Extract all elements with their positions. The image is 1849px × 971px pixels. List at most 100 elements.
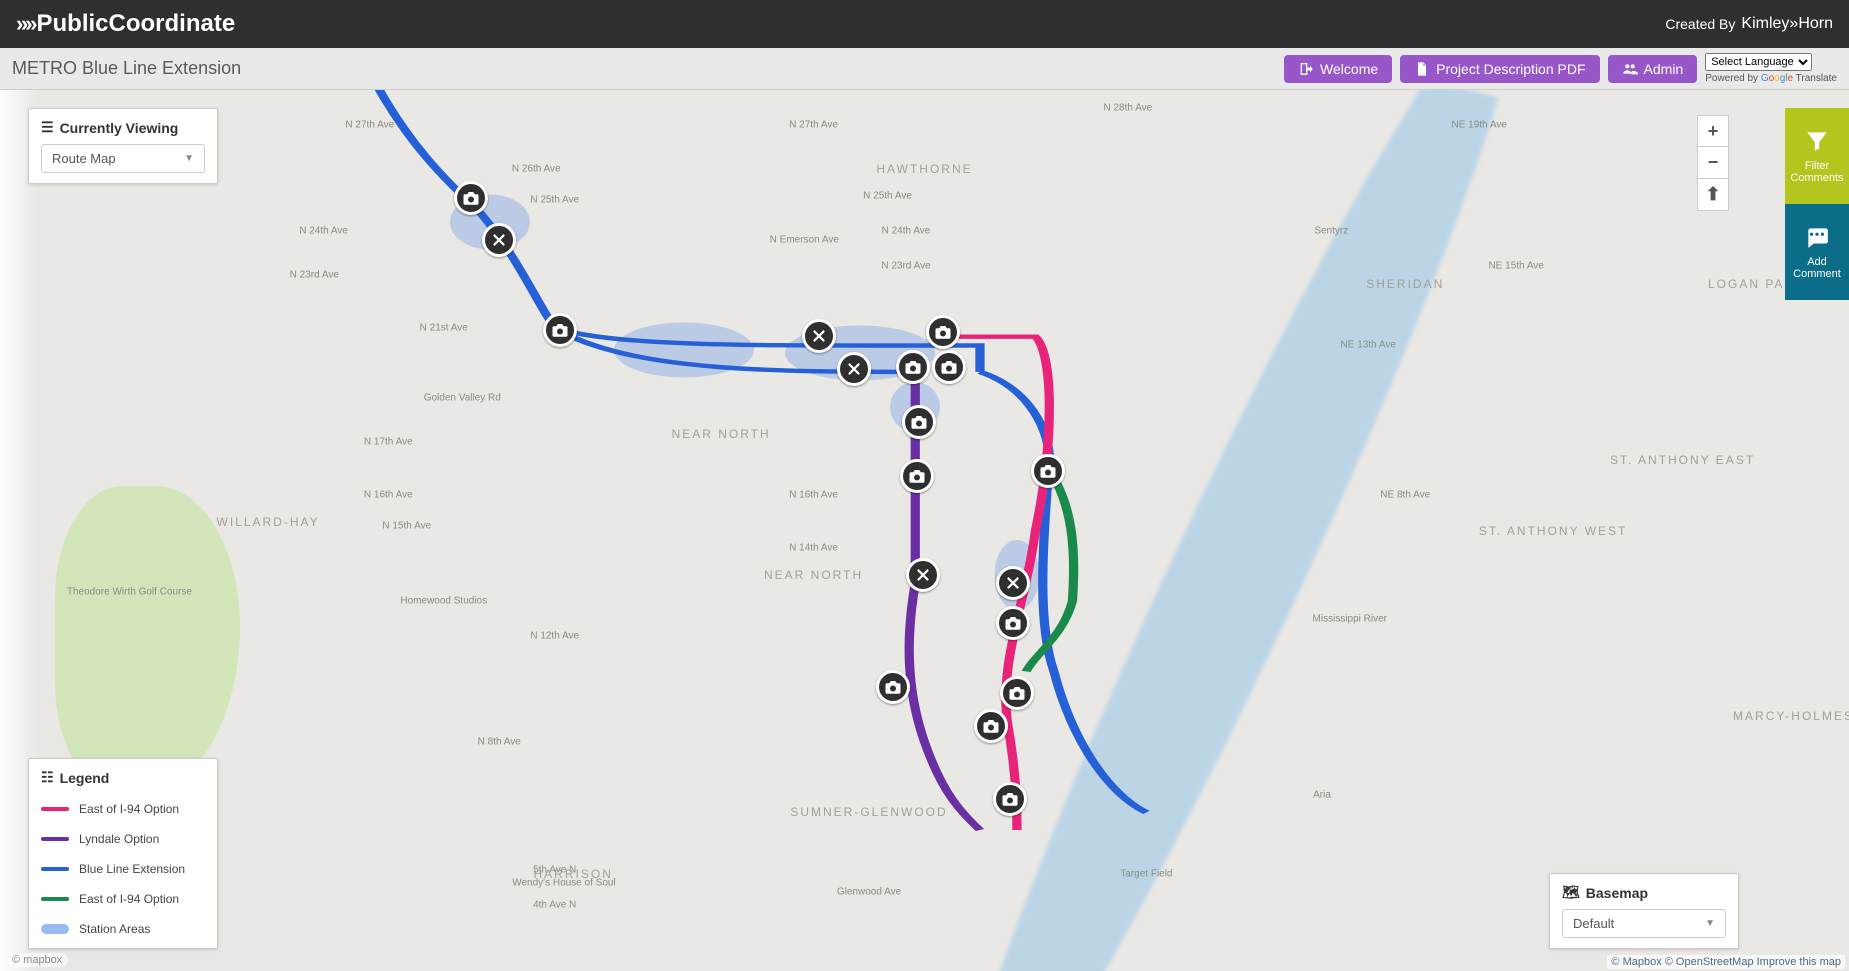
road-label: Homewood Studios [400, 595, 487, 606]
legend-swatch [41, 807, 69, 811]
road-label: N 12th Ave [530, 631, 579, 642]
road-label: N 14th Ave [789, 543, 838, 554]
camera-marker[interactable] [974, 709, 1008, 743]
road-label: N 8th Ave [478, 736, 521, 747]
creator-name: Kimley»Horn [1741, 15, 1833, 33]
road-label: 4th Ave N [533, 899, 576, 910]
road-label: Sentyrz [1314, 225, 1348, 236]
road-label: NE 13th Ave [1341, 340, 1396, 351]
admin-button[interactable]: Admin [1608, 55, 1698, 83]
road-label: Glenwood Ave [837, 886, 901, 897]
legend-item: Station Areas [41, 914, 205, 944]
road-label: N 27th Ave [789, 120, 838, 131]
route-map-select[interactable]: Route Map ▼ [41, 144, 205, 173]
road-label: N 24th Ave [299, 225, 348, 236]
basemap-panel: 🗺 Basemap Default ▼ [1549, 873, 1739, 949]
language-select[interactable]: Select Language [1705, 53, 1812, 71]
legend-title: ☷ Legend [41, 769, 205, 786]
road-label: Target Field [1120, 869, 1172, 880]
header-bar: »» PublicCoordinate Created By Kimley»Ho… [0, 0, 1849, 48]
road-label: Golden Valley Rd [424, 393, 501, 404]
road-label: Aria [1313, 789, 1331, 800]
language-selector: Select Language Powered by Google Transl… [1705, 53, 1837, 84]
filter-icon [1804, 128, 1830, 154]
road-label: N 24th Ave [882, 225, 931, 236]
camera-marker[interactable] [454, 181, 488, 215]
legend-label: Blue Line Extension [79, 862, 185, 876]
legend-label: East of I-94 Option [79, 892, 179, 906]
project-description-pdf-button[interactable]: Project Description PDF [1400, 55, 1599, 83]
logo-chevrons-icon: »» [16, 11, 34, 37]
road-label: N 26th Ave [512, 164, 561, 175]
chevron-down-icon: ▼ [184, 153, 194, 164]
map-attribution[interactable]: © Mapbox © OpenStreetMap Improve this ma… [1607, 955, 1845, 969]
tool-marker[interactable] [837, 352, 871, 386]
compass-button[interactable]: ⬆ [1697, 179, 1729, 211]
neighborhood-label: ST. ANTHONY WEST [1479, 524, 1627, 538]
currently-viewing-title: ☰ Currently Viewing [41, 119, 205, 136]
road-label: N 17th Ave [364, 437, 413, 448]
mapbox-badge: © mapbox [6, 953, 68, 967]
filter-comments-button[interactable]: Filter Comments [1785, 108, 1849, 204]
camera-marker[interactable] [1031, 454, 1065, 488]
legend-item: Blue Line Extension [41, 854, 205, 884]
tool-marker[interactable] [482, 223, 516, 257]
camera-marker[interactable] [896, 350, 930, 384]
created-by: Created By Kimley»Horn [1665, 15, 1833, 33]
camera-marker[interactable] [876, 670, 910, 704]
legend-label: East of I-94 Option [79, 802, 179, 816]
tool-marker[interactable] [906, 558, 940, 592]
file-icon [1414, 61, 1430, 77]
neighborhood-label: NEAR NORTH [764, 568, 863, 582]
road-label: N 15th Ave [382, 521, 431, 532]
legend-swatch [41, 837, 69, 841]
welcome-button[interactable]: Welcome [1284, 55, 1392, 83]
users-icon [1622, 61, 1638, 77]
camera-marker[interactable] [900, 459, 934, 493]
road-label: NE 15th Ave [1488, 261, 1543, 272]
neighborhood-label: NEAR NORTH [672, 427, 771, 441]
comment-icon [1804, 224, 1830, 250]
basemap-select[interactable]: Default ▼ [1562, 909, 1726, 938]
translate-caption: Powered by Google Translate [1705, 73, 1837, 84]
camera-marker[interactable] [993, 782, 1027, 816]
camera-marker[interactable] [1000, 676, 1034, 710]
tool-marker[interactable] [802, 319, 836, 353]
list-icon: ☷ [41, 769, 54, 786]
brand-logo: »» PublicCoordinate [16, 10, 235, 38]
neighborhood-label: HAWTHORNE [876, 162, 972, 176]
project-title: METRO Blue Line Extension [12, 58, 241, 79]
neighborhood-label: MARCY-HOLMES [1733, 709, 1849, 723]
sub-header-bar: METRO Blue Line Extension Welcome Projec… [0, 48, 1849, 90]
road-label: N 16th Ave [789, 490, 838, 501]
map-container[interactable]: N 27th Ave N 26th Ave N 25th Ave N 24th Ave… [0, 90, 1849, 971]
map-zoom-controls: + − ⬆ [1697, 115, 1729, 211]
road-label: N 28th Ave [1104, 102, 1153, 113]
camera-marker[interactable] [932, 350, 966, 384]
currently-viewing-panel: ☰ Currently Viewing Route Map ▼ [28, 108, 218, 184]
zoom-out-button[interactable]: − [1697, 147, 1729, 179]
neighborhood-label: WILLARD-HAY [217, 515, 320, 529]
road-label: Mississippi River [1313, 613, 1387, 624]
legend-panel: ☷ Legend East of I-94 Option Lyndale Opti… [28, 758, 218, 949]
legend-swatch [41, 897, 69, 901]
legend-item: East of I-94 Option [41, 794, 205, 824]
legend-swatch [41, 867, 69, 871]
legend-item: Lyndale Option [41, 824, 205, 854]
door-icon [1298, 61, 1314, 77]
road-label: Theodore Wirth Golf Course [67, 587, 192, 598]
zoom-in-button[interactable]: + [1697, 115, 1729, 147]
camera-marker[interactable] [543, 313, 577, 347]
camera-marker[interactable] [926, 315, 960, 349]
chevron-down-icon: ▼ [1705, 918, 1715, 929]
tool-marker[interactable] [996, 566, 1030, 600]
legend-item: East of I-94 Option [41, 884, 205, 914]
camera-marker[interactable] [996, 606, 1030, 640]
road-label: NE 19th Ave [1451, 120, 1506, 131]
road-label: N 25th Ave [863, 190, 912, 201]
road-label: N 23rd Ave [881, 261, 930, 272]
road-label: N Emerson Ave [770, 234, 839, 245]
camera-marker[interactable] [902, 405, 936, 439]
add-comment-button[interactable]: Add Comment [1785, 204, 1849, 300]
map-icon: 🗺 [1562, 884, 1580, 901]
